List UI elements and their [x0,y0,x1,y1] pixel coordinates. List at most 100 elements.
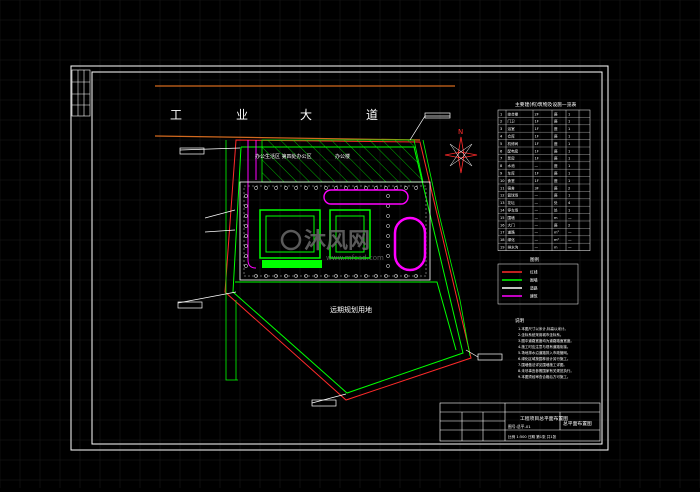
tree-marker [354,186,358,190]
green-strip [262,260,322,268]
north-label: N [458,128,463,136]
table-cell: 仓库 [508,134,516,139]
table-cell: 3F [535,186,539,190]
table-cell: 1F [535,157,539,161]
table-cell: — [535,209,539,213]
table-cell: 1 [568,157,570,161]
table-cell: 座 [554,222,558,227]
legend-label: 道路 [530,286,538,291]
table-cell: — [535,246,539,250]
table-cell: — [568,246,572,250]
table-cell: 13 [500,201,505,205]
table-cell: — [535,223,539,227]
table-cell: 15 [500,216,505,220]
title-footer: 比例 1:500 日期 第1张 共1张 [508,434,557,439]
table-cell: 座 [554,193,558,198]
table-cell: 浴室 [508,126,516,131]
table-cell: 大门 [508,222,516,227]
table-cell: 1 [568,172,570,176]
tree-marker [244,244,248,248]
table-cell: — [535,194,539,198]
table-rows: 1 综合楼 2F 座 12 门卫 1F 座 13 浴室 1F 座 14 仓库 1F 座 15 机修间 1F 座 16 配电… [500,111,572,249]
road-char-4: 道 [366,108,378,122]
tree-marker [374,186,378,190]
table-cell: 14 [500,209,505,213]
tree-marker [386,204,390,208]
notes-title: 说明 [515,317,524,324]
table-cell: 泵房 [508,156,516,161]
table-cell: — [535,201,539,205]
note-line: 4.施工时应注意与现有道路衔接。 [518,344,570,349]
legend-label: 建筑 [530,294,538,299]
tree-marker [244,214,248,218]
table-cell: 座 [554,156,558,161]
table-cell: 3 [500,127,502,131]
tree-marker [284,186,288,190]
table-cell: 座 [554,126,558,131]
tree-marker [264,186,268,190]
table-cell: — [535,231,539,235]
road-char-1: 工 [170,108,182,122]
table-cell: 2 [568,186,570,190]
tree-marker [404,186,408,190]
buildings-table: 主要建(构)筑物及设施一览表 1 综合楼 2F 座 12 门卫 1F 座 13 浴室 1F 座 14 仓库… [497,101,591,251]
binding-strip [71,69,91,117]
title-project: 工程项目总平面布置图 [520,415,568,422]
table-cell: 4 [568,201,571,205]
legend-label: 红线 [530,270,538,275]
table-cell: 道路 [508,230,516,235]
table-cell: 8 [500,164,503,168]
title-drawing: 总平面布置图 [563,420,592,427]
tree-marker [244,204,248,208]
note-line: 2.坐标系统采用城市坐标系。 [518,332,563,337]
table-cell: 11 [500,186,505,190]
table-cell: 1F [535,127,539,131]
table-cell: 1 [568,164,570,168]
table-cell: 停车场 [508,208,519,213]
table-cell: 1 [568,127,570,131]
tree-marker [386,194,390,198]
note-line: 9.本图须经审查合格后方可施工。 [518,374,570,379]
tree-marker [386,254,390,258]
table-cell: 门卫 [508,119,516,124]
table-cell: 机修间 [508,141,519,146]
table-cell: 配电房 [508,148,519,153]
table-cell: 19 [500,246,505,250]
table-cell: 座 [554,171,558,176]
table-cell: 座 [554,119,558,124]
tree-marker [244,224,248,228]
site-plan-drawing: 工 业 大 道 N 办公生活区 第四处办公区 办公楼 远期规划用地 沐风网 ww… [0,0,700,488]
table-cell: 18 [500,238,505,242]
note-line: 1.本图尺寸以米计,标高以米计。 [518,326,568,331]
table-cell: — [535,216,539,220]
table-cell: 6 [500,149,503,153]
note-line: 5.场地排水沿道路排入市政管网。 [518,350,570,355]
table-cell: 2 [568,223,570,227]
table-cell: 1 [568,120,570,124]
table-cell: 花坛 [508,200,516,205]
legend-label: 围墙 [530,278,538,283]
tree-marker [254,186,258,190]
tree-marker [314,186,318,190]
table-cell: 1F [535,120,539,124]
note-line: 7.围墙做法详见围墙施工详图。 [518,362,567,367]
table-cell: 围墙 [508,215,516,220]
table-cell: 1 [568,135,570,139]
table-cell: 1F [535,135,539,139]
watermark-main: 沐风网 [304,229,370,254]
table-cell: 2 [500,120,502,124]
tree-marker [394,186,398,190]
tree-marker [384,186,388,190]
watermark-url: www.mfcad.com [326,254,384,262]
table-cell: 16 [500,223,505,227]
plant-label: 办公生活区 第四处办公区 [255,153,312,160]
table-cell: 座 [554,111,558,116]
watermark: 沐风网 www.mfcad.com [280,229,384,262]
road-char-2: 业 [236,108,248,122]
tree-marker [386,214,390,218]
design-notes: 说明 1.本图尺寸以米计,标高以米计。2.坐标系统采用城市坐标系。3.图中道路宽… [515,317,574,379]
table-cell: 7 [500,157,502,161]
table-cell: 9 [500,172,503,176]
table-cell: 10 [500,179,505,183]
office-label: 办公楼 [335,153,350,160]
